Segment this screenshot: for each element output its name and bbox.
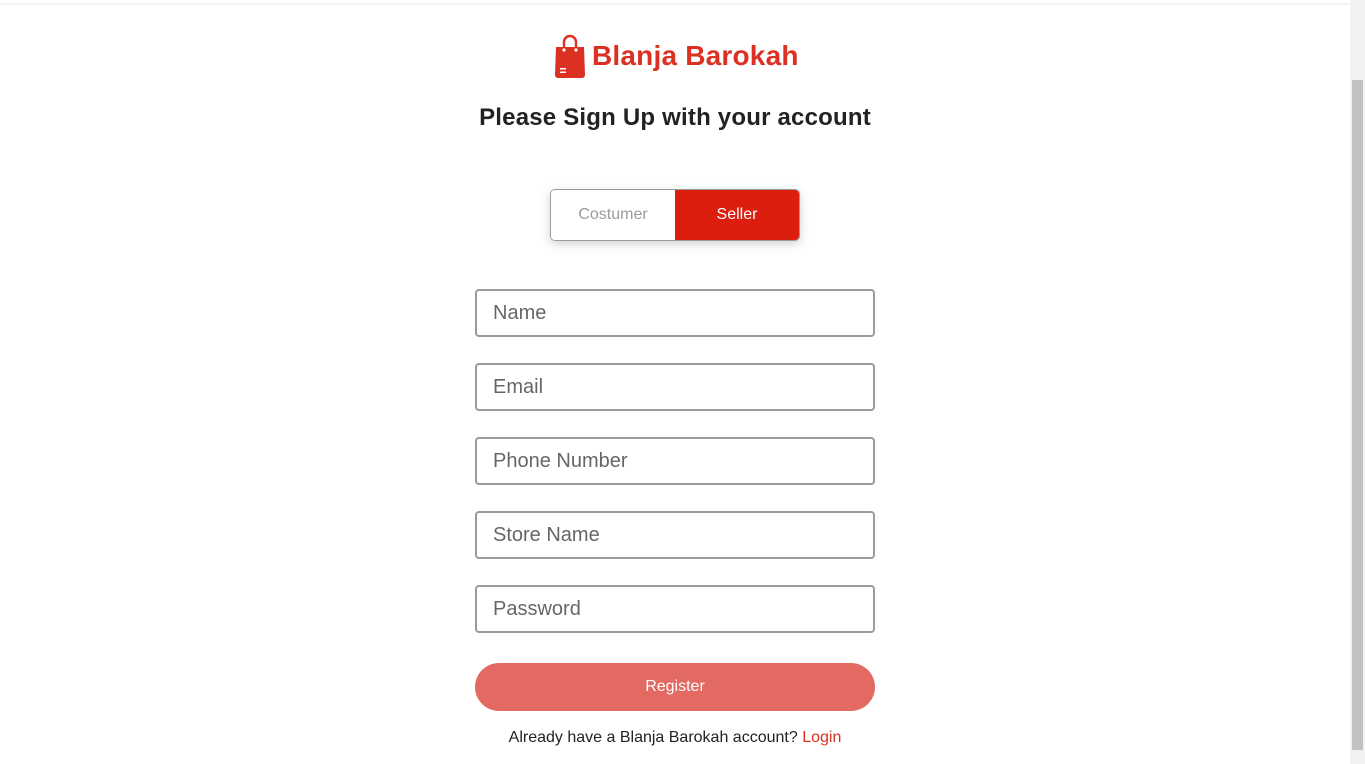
page-heading: Please Sign Up with your account bbox=[479, 104, 871, 131]
shopping-bag-icon bbox=[555, 34, 585, 78]
role-option-costumer[interactable]: Costumer bbox=[551, 190, 675, 240]
name-input[interactable] bbox=[475, 289, 875, 337]
role-option-seller[interactable]: Seller bbox=[675, 190, 799, 240]
phone-number-input[interactable] bbox=[475, 437, 875, 485]
role-toggle: Costumer Seller bbox=[550, 189, 800, 241]
brand-name: Blanja Barokah bbox=[592, 40, 799, 71]
password-input[interactable] bbox=[475, 585, 875, 633]
store-name-input[interactable] bbox=[475, 511, 875, 559]
register-button[interactable]: Register bbox=[475, 663, 875, 711]
vertical-scrollbar[interactable] bbox=[1350, 0, 1365, 764]
brand-logo: Blanja Barokah bbox=[554, 33, 799, 79]
login-prompt-text: Already have a Blanja Barokah account? bbox=[508, 729, 798, 746]
login-prompt: Already have a Blanja Barokah account? L… bbox=[0, 729, 1350, 747]
top-edge-shadow bbox=[0, 0, 1350, 3]
login-link[interactable]: Login bbox=[802, 729, 841, 746]
email-input[interactable] bbox=[475, 363, 875, 411]
scrollbar-thumb[interactable] bbox=[1352, 80, 1363, 750]
